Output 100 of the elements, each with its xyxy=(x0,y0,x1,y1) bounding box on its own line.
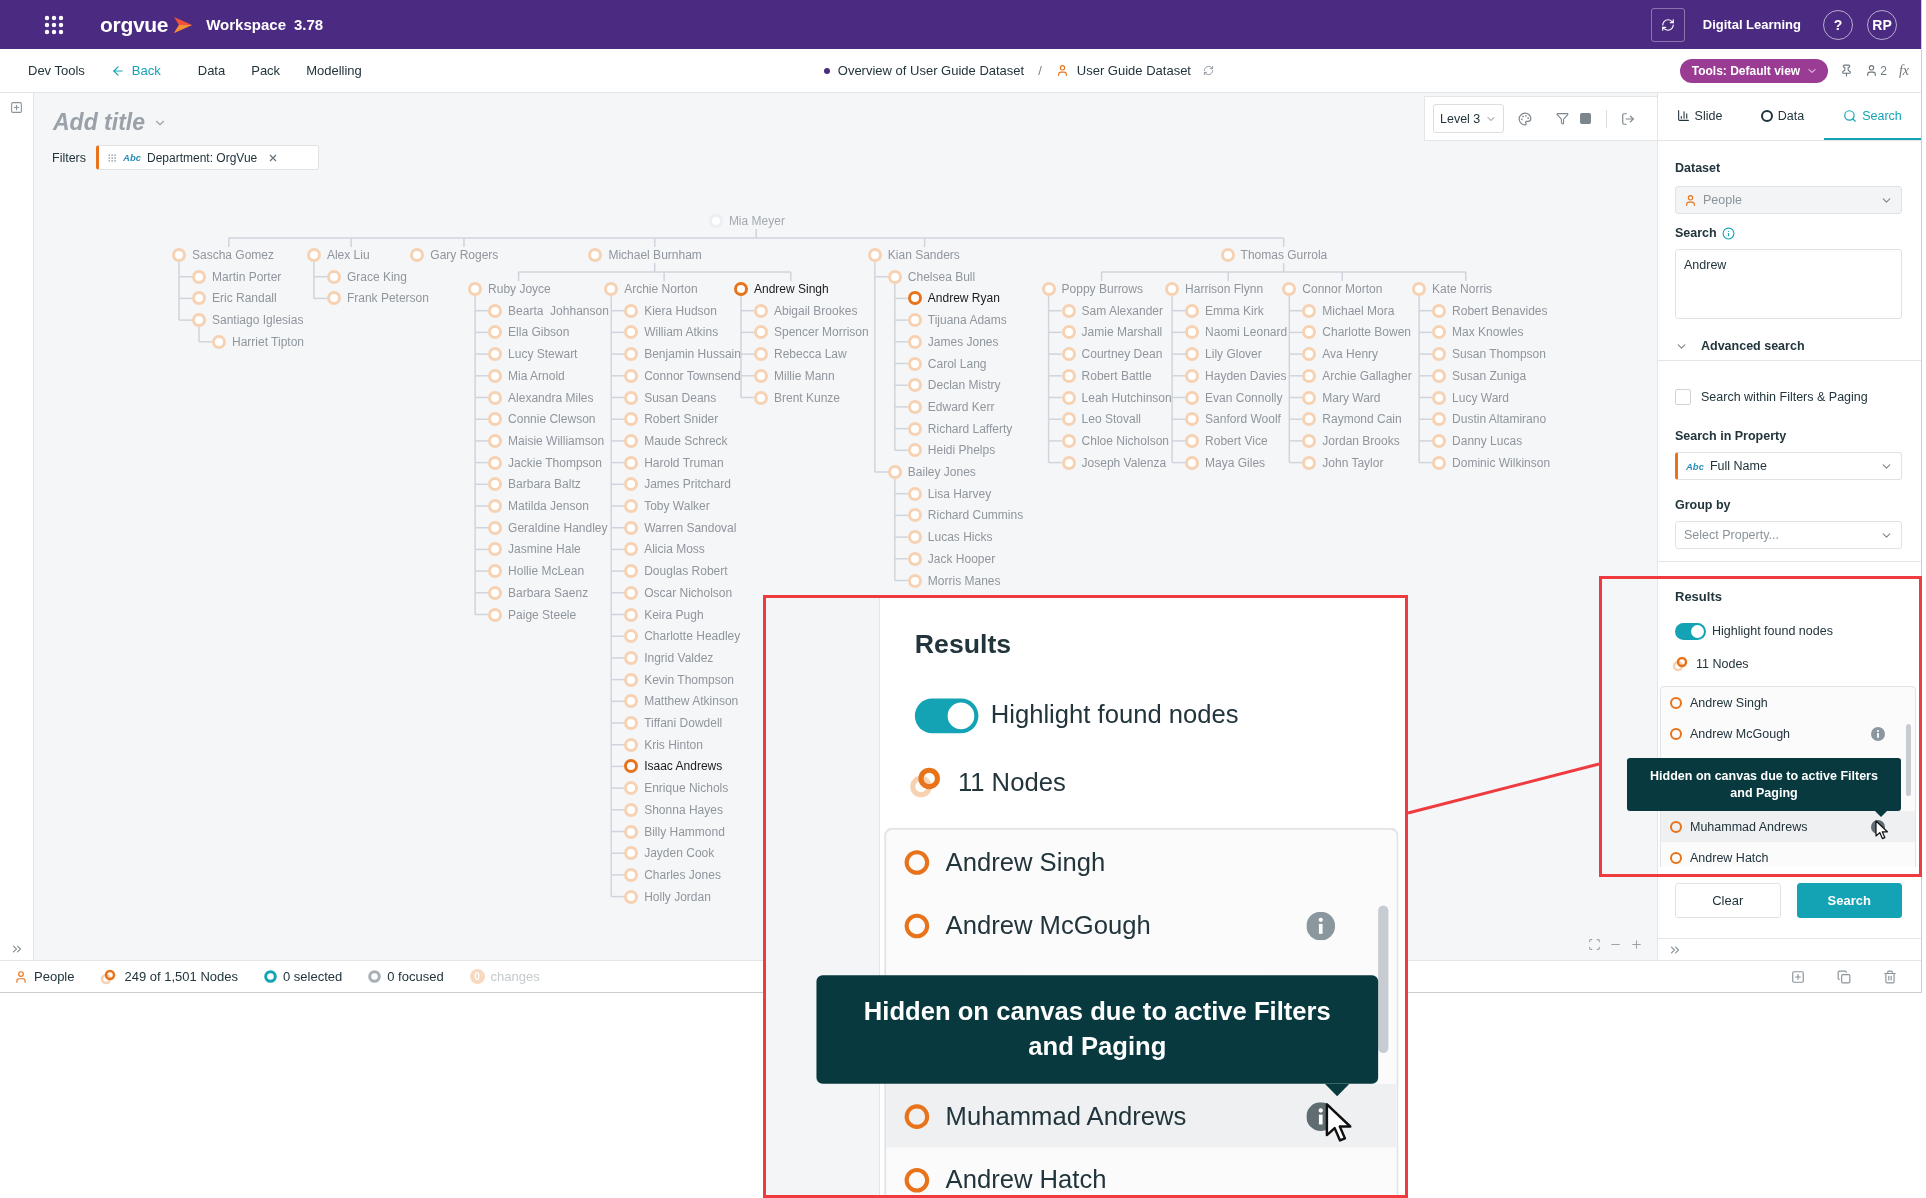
node-label: Sanford Woolf xyxy=(1205,411,1281,428)
search-field[interactable]: Andrew xyxy=(1675,249,1902,319)
status-dot-icon xyxy=(823,67,830,74)
refresh-icon xyxy=(1660,17,1675,32)
property-select[interactable]: Abc Full Name xyxy=(1675,452,1902,480)
node-ring-icon xyxy=(904,1166,930,1192)
node-ring-icon xyxy=(904,912,930,938)
collaborator-count: 2 xyxy=(1880,63,1887,78)
node-label: James Pritchard xyxy=(644,476,731,493)
square-icon[interactable] xyxy=(1579,112,1593,125)
field-label: Dataset xyxy=(1675,160,1722,176)
node-label: Rebecca Law xyxy=(774,346,847,363)
result-item[interactable]: Andrew McGough xyxy=(1661,718,1915,749)
add-icon[interactable] xyxy=(1791,969,1805,984)
clear-button[interactable]: Clear xyxy=(1675,883,1781,918)
export-icon[interactable] xyxy=(1621,111,1636,126)
node-label: Jamie Marshall xyxy=(1081,324,1163,341)
node-marker[interactable] xyxy=(907,291,922,306)
node-label: Leah Hutchinson xyxy=(1081,389,1172,406)
checkbox[interactable] xyxy=(1675,389,1691,405)
node-label: Max Knowles xyxy=(1452,324,1524,341)
node-label: Thomas Gurrola xyxy=(1240,247,1328,263)
result-item[interactable]: Muhammad Andrews xyxy=(1661,811,1915,842)
nav-link[interactable]: Dev Tools xyxy=(28,63,85,78)
node-label: Warren Sandoval xyxy=(644,519,737,536)
node-label: Mia Arnold xyxy=(508,367,565,384)
delete-icon[interactable] xyxy=(1883,969,1897,984)
node-label: Andrew Singh xyxy=(754,281,829,297)
add-icon[interactable] xyxy=(10,101,23,114)
toggle-label: Highlight found nodes xyxy=(1712,624,1833,638)
view-button[interactable]: Tools: Default view xyxy=(1679,58,1829,83)
tooltip: Hidden on canvas due to active Filters and Paging xyxy=(816,975,1379,1084)
node-label: Archie Gallagher xyxy=(1322,367,1412,384)
nav-link[interactable]: Pack xyxy=(251,63,281,78)
result-item[interactable]: Andrew McGough xyxy=(886,893,1397,957)
tooltip-pointer-icon xyxy=(1324,1083,1350,1097)
fit-screen-icon[interactable] xyxy=(1588,938,1601,951)
highlight-toggle[interactable] xyxy=(1675,622,1706,640)
filter-label: Department: OrgVue xyxy=(147,150,258,165)
filter-chip[interactable]: Abc Department: OrgVue xyxy=(96,145,320,170)
node-marker[interactable] xyxy=(734,282,748,296)
zoom-in-icon[interactable] xyxy=(1630,938,1643,951)
close-icon[interactable] xyxy=(269,153,278,162)
advanced-search-toggle[interactable]: Advanced search xyxy=(1658,339,1921,361)
panel-tab[interactable]: Slide xyxy=(1658,93,1741,140)
node-ring-icon xyxy=(904,1103,930,1128)
result-name: Muhammad Andrews xyxy=(945,1101,1187,1130)
node-label: Toby Walker xyxy=(644,498,710,514)
node-label: Andrew Ryan xyxy=(927,290,1000,307)
node-label: Alexandra Miles xyxy=(508,389,594,406)
node-label: Kiera Hudson xyxy=(644,302,717,319)
result-item[interactable]: Muhammad Andrews xyxy=(886,1083,1397,1148)
sync-button[interactable] xyxy=(1650,7,1685,42)
node-label: Susan Deans xyxy=(644,389,717,406)
node-label: Michael Mora xyxy=(1322,302,1395,319)
person-icon xyxy=(1055,64,1069,77)
result-item[interactable]: Andrew Hatch xyxy=(886,1147,1397,1195)
result-item[interactable]: Andrew Singh xyxy=(1661,687,1915,718)
node-label: Kian Sanders xyxy=(887,247,960,263)
node-marker[interactable] xyxy=(624,759,639,774)
node-label: Courtney Dean xyxy=(1081,346,1163,363)
nav-link[interactable]: Data xyxy=(197,63,226,78)
result-item[interactable]: Andrew Hatch xyxy=(1661,842,1915,873)
node-label: Connor Townsend xyxy=(644,367,741,384)
node-label: Alicia Moss xyxy=(644,541,705,558)
filter-icon[interactable] xyxy=(1556,112,1570,125)
focused-count: 0 focused xyxy=(387,969,444,984)
nodes-icon xyxy=(1672,656,1690,672)
node-label: Lucas Hicks xyxy=(927,529,993,546)
refresh-icon[interactable] xyxy=(1203,65,1214,76)
highlight-toggle[interactable] xyxy=(914,697,979,733)
node-label: Barbara Saenz xyxy=(508,584,589,601)
duplicate-icon[interactable] xyxy=(1837,969,1851,984)
user-icon[interactable] xyxy=(1865,64,1879,77)
node-label: Connor Morton xyxy=(1302,281,1383,297)
node-label: Ella Gibson xyxy=(508,324,570,341)
nav-link[interactable]: Modelling xyxy=(306,63,362,78)
node-label: Kate Norris xyxy=(1432,281,1493,297)
node-label: Danny Lucas xyxy=(1452,432,1523,449)
scrollbar[interactable] xyxy=(1378,905,1389,1054)
panel-tab[interactable]: Data xyxy=(1741,93,1824,140)
node-label: Sam Alexander xyxy=(1081,302,1163,319)
changes-badge: 0 xyxy=(469,969,485,984)
node-label: Ingrid Valdez xyxy=(644,649,714,666)
formula-button[interactable]: fx xyxy=(1898,62,1909,79)
breadcrumb-link[interactable]: Overview of User Guide Dataset xyxy=(837,63,1025,78)
result-item[interactable]: Andrew Singh xyxy=(886,829,1397,894)
account-name[interactable]: Digital Learning xyxy=(1702,17,1801,32)
chart-icon xyxy=(1676,109,1690,122)
palette-icon[interactable] xyxy=(1518,111,1533,126)
node-label: Heidi Phelps xyxy=(927,442,996,459)
node-label: Susan Thompson xyxy=(1452,346,1546,363)
breadcrumb-current[interactable]: User Guide Dataset xyxy=(1076,63,1191,78)
pin-icon[interactable] xyxy=(1840,64,1854,77)
scrollbar[interactable] xyxy=(1906,724,1911,796)
node-label: Mary Ward xyxy=(1322,389,1381,406)
level-select[interactable]: Level 3 xyxy=(1433,104,1505,133)
field-label: Group by xyxy=(1675,497,1732,513)
drag-handle-icon[interactable] xyxy=(107,152,118,163)
result-name: Andrew Hatch xyxy=(945,1164,1107,1194)
